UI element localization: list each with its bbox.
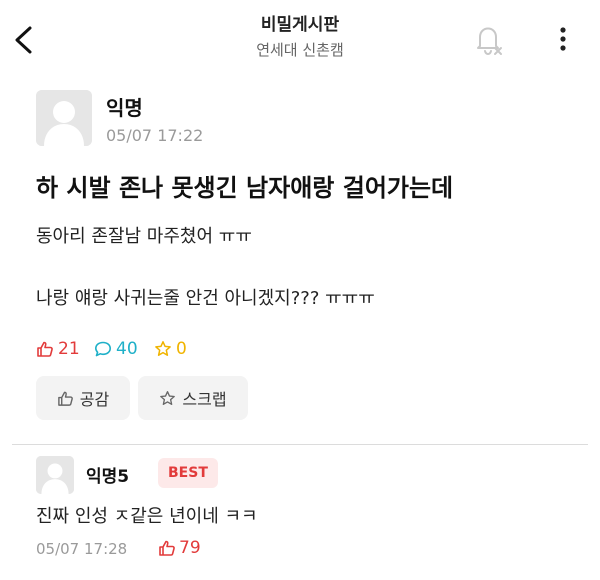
speech-bubble-icon: [95, 341, 111, 357]
post-author: 익명: [106, 96, 143, 120]
notification-toggle-button[interactable]: [470, 22, 506, 58]
post-title: 하 시발 존나 못생긴 남자애랑 걸어가는데: [36, 174, 454, 202]
board-subtitle: 연세대 신촌캠: [256, 41, 344, 59]
board-title: 비밀게시판: [260, 15, 340, 35]
avatar: [36, 90, 92, 146]
scrap-button[interactable]: 스크랩: [138, 376, 248, 420]
more-vertical-icon: [560, 27, 566, 51]
like-count-value: 21: [58, 339, 80, 359]
post-body-line: 동아리 존잘남 마주쳤어 ㅠㅠ: [36, 226, 252, 247]
default-avatar-icon: [36, 456, 74, 494]
star-icon: [160, 390, 176, 405]
comment-author: 익명5: [86, 467, 130, 487]
default-avatar-icon: [36, 90, 92, 146]
top-bar: 비밀게시판 연세대 신촌캠: [0, 0, 600, 78]
like-count: 21: [36, 338, 80, 360]
scrap-count-value: 0: [176, 339, 187, 359]
comment-like-count: 79: [158, 538, 201, 558]
thumbs-up-icon: [37, 341, 53, 357]
avatar: [36, 456, 74, 494]
thumbs-up-icon: [57, 391, 73, 406]
bell-off-icon: [477, 27, 502, 56]
divider: [12, 444, 588, 445]
post-date: 05/07 17:22: [106, 126, 204, 145]
scrap-count: 0: [154, 338, 187, 360]
chevron-left-icon: [15, 26, 32, 54]
comment-count-value: 40: [116, 339, 138, 359]
comment-like-count-value: 79: [179, 538, 201, 558]
like-button[interactable]: 공감: [36, 376, 130, 420]
star-icon: [155, 341, 171, 356]
board-header: 비밀게시판 연세대 신촌캠: [200, 14, 400, 60]
best-badge: BEST: [158, 458, 218, 488]
comment-item: 익명5 BEST 진짜 인성 ㅈ같은 년이네 ㅋㅋ 05/07 17:28 79: [36, 456, 576, 576]
comment-text: 진짜 인성 ㅈ같은 년이네 ㅋㅋ: [36, 506, 258, 527]
post-body-line: 나랑 얘랑 사귀는줄 안건 아니겠지??? ㅠㅠㅠ: [36, 288, 375, 309]
thumbs-up-icon: [159, 540, 175, 556]
like-button-label: 공감: [79, 390, 110, 409]
comment-count: 40: [94, 338, 138, 360]
more-options-button[interactable]: [550, 22, 576, 56]
scrap-button-label: 스크랩: [182, 390, 227, 409]
back-button[interactable]: [10, 24, 38, 56]
comment-date: 05/07 17:28: [36, 540, 128, 558]
